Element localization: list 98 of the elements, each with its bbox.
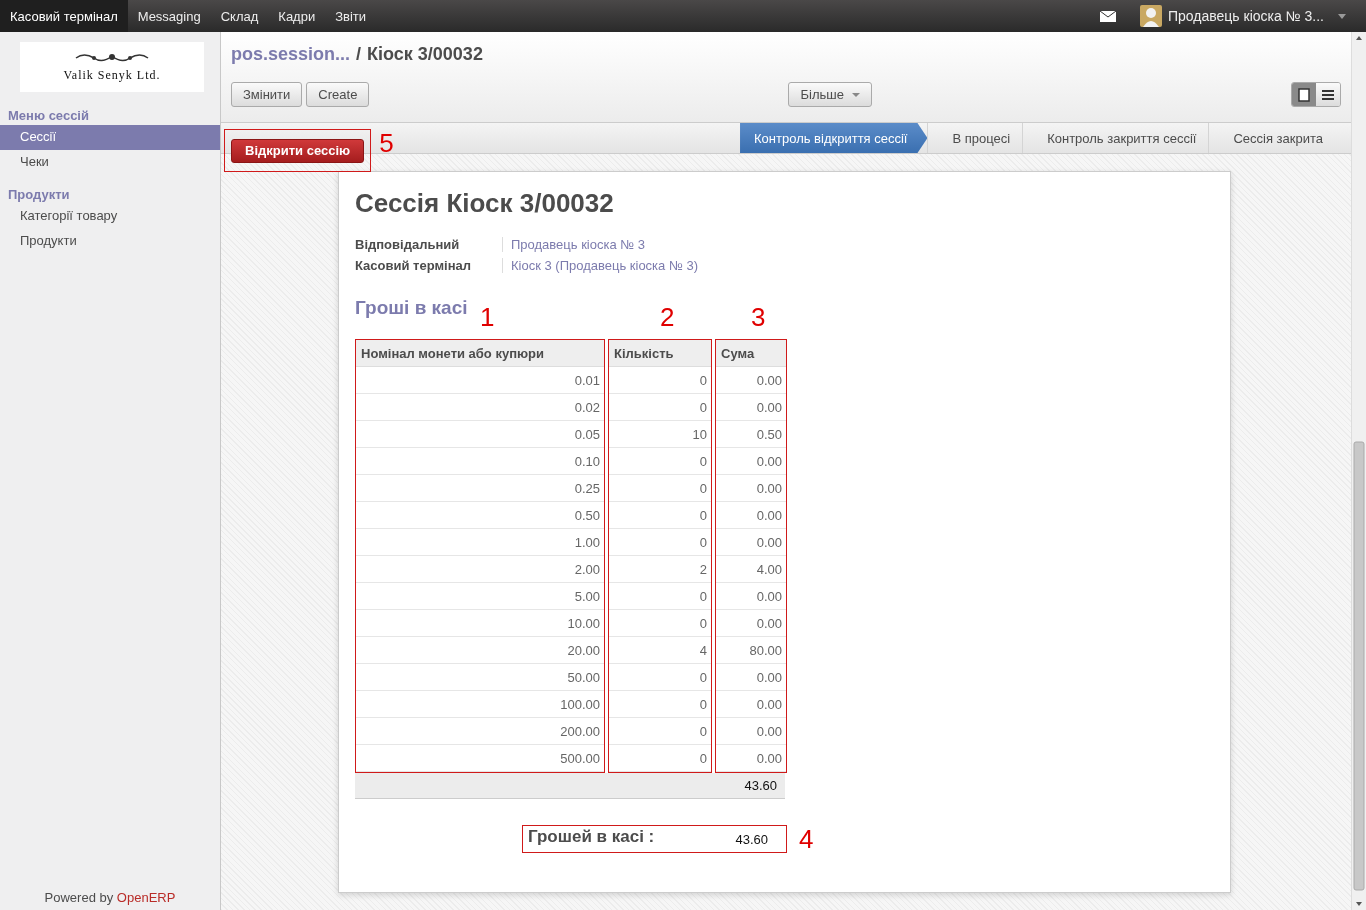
table-cell: 100.00 [356,691,604,718]
section-title: Гроші в касі [355,297,468,319]
table-cell: 0.00 [716,610,786,637]
openerp-link[interactable]: OpenERP [116,890,176,905]
table-cell: 0 [609,691,711,718]
edit-button[interactable]: Змінити [231,82,303,107]
annotation-number: 5 [379,130,394,156]
table-cell: 0.00 [716,529,786,556]
table-cell: 0 [609,394,711,421]
status-step[interactable]: Контроль відкриття сессії [740,123,928,153]
scrollbar[interactable] [1351,32,1366,910]
field-label: Касовий термінал [355,258,503,273]
menu-item[interactable]: Кадри [268,0,326,32]
sidebar-item[interactable]: Продукти [0,229,220,254]
menu-item[interactable]: Messaging [127,0,211,32]
summary-value: 43.60 [735,831,768,847]
table-cell: 0 [609,367,711,394]
table-cell: 0.02 [356,394,604,421]
annotation-number: 1 [480,304,495,330]
breadcrumb-separator: / [356,44,362,65]
table-cell: 0 [609,745,711,772]
menu-item[interactable]: Касовий термінал [0,0,128,32]
menu-item[interactable]: Звіти [325,0,377,32]
table-cell: 1.00 [356,529,604,556]
list-icon [1322,89,1334,100]
table-cell: 2 [609,556,711,583]
table-cell: 0.00 [716,367,786,394]
caret-icon [1338,13,1346,19]
column-header: Кількість [609,340,711,367]
table-cell: 0.00 [716,502,786,529]
menu-item[interactable]: Склад [210,0,269,32]
more-button[interactable]: Більше [788,82,872,107]
breadcrumb-current: Кіоск 3/00032 [367,44,483,65]
column-header: Сума [716,340,786,367]
table-cell: 20.00 [356,637,604,664]
table-cell: 0 [609,502,711,529]
table-cell: 0 [609,610,711,637]
breadcrumb-link[interactable]: pos.session... [231,44,351,65]
table-cell: 0.00 [716,475,786,502]
user-menu[interactable]: Продавець кіоска № 3... [1139,5,1346,27]
table-cell: 500.00 [356,745,604,772]
annotation-number: 3 [751,304,766,330]
table-cell: 0.00 [716,448,786,475]
table-cell: 0.00 [716,745,786,772]
page-icon [1298,87,1310,102]
table-cell: 4.00 [716,556,786,583]
table-cell: 5.00 [356,583,604,610]
form-title: Сессія Кіоск 3/00032 [355,188,615,219]
table-cell: 0.05 [356,421,604,448]
sidebar-item[interactable]: Сессії [0,125,220,150]
open-session-button[interactable]: Відкрити сессію [231,138,365,163]
table-cell: 0 [609,448,711,475]
table-cell: 10.00 [356,610,604,637]
table-cell: 0.50 [356,502,604,529]
status-step[interactable]: В процесі [927,123,1023,153]
table-cell: 0 [609,475,711,502]
annotation-number: 4 [799,826,814,852]
create-button[interactable]: Create [306,82,370,107]
table-cell: 0.00 [716,394,786,421]
field-link[interactable]: Кіоск 3 (Продавець кіоска № 3) [503,258,699,273]
table-cell: 4 [609,637,711,664]
annotation-number: 2 [660,304,675,330]
caret-icon [851,92,860,97]
table-cell: 0.25 [356,475,604,502]
table-cell: 200.00 [356,718,604,745]
table-cell: 0 [609,664,711,691]
status-step[interactable]: Сессія закрита [1208,123,1335,153]
list-view-button[interactable] [1316,83,1340,106]
table-cell: 0.00 [716,691,786,718]
sidebar-item[interactable]: Категорії товару [0,204,220,229]
summary-label: Грошей в касі : [528,827,655,847]
ornament-icon [74,51,150,64]
table-total: 43.60 [355,773,785,799]
menu-section-title: Меню сессій [7,107,90,125]
mail-icon[interactable] [1099,10,1116,22]
column-header: Номінал монети або купюри [356,340,604,367]
menu-section-title: Продукти [7,186,71,204]
table-cell: 80.00 [716,637,786,664]
form-view-button[interactable] [1292,83,1316,106]
table-cell: 0 [609,529,711,556]
logo-text: Valik Senyk Ltd. [63,67,161,83]
table-cell: 0 [609,718,711,745]
table-cell: 50.00 [356,664,604,691]
field-label: Відповідальний [355,237,503,252]
table-cell: 2.00 [356,556,604,583]
table-cell: 0.00 [716,718,786,745]
status-step[interactable]: Контроль закриття сессії [1022,123,1209,153]
table-cell: 0.00 [716,664,786,691]
table-cell: 0.01 [356,367,604,394]
sidebar-item[interactable]: Чеки [0,150,220,175]
table-cell: 0.00 [716,583,786,610]
table-cell: 0.10 [356,448,604,475]
field-link[interactable]: Продавець кіоска № 3 [503,237,699,252]
avatar-icon [1139,5,1162,27]
table-cell: 0.50 [716,421,786,448]
table-cell: 10 [609,421,711,448]
table-cell: 0 [609,583,711,610]
powered-by-text: Powered by [44,890,114,905]
